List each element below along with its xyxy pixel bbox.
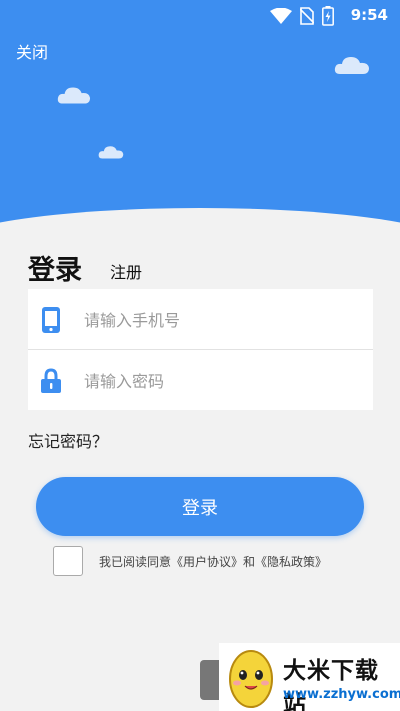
tab-login[interactable]: 登录: [28, 248, 82, 287]
watermark-logo: 大米下载站 www.zzhyw.com: [219, 643, 400, 711]
phone-field: [28, 289, 373, 349]
auth-tabs: 登录 注册: [28, 248, 142, 287]
no-sim-icon: [300, 7, 314, 25]
lock-icon: [41, 368, 61, 393]
banner-curve: [0, 208, 400, 240]
tab-register[interactable]: 注册: [110, 259, 142, 287]
battery-charging-icon: [322, 6, 334, 26]
close-button[interactable]: 关闭: [16, 39, 48, 63]
phone-icon: [42, 307, 60, 333]
cloud-icon: [98, 146, 124, 159]
login-button[interactable]: 登录: [36, 477, 364, 536]
login-form: [28, 289, 373, 410]
agreement-checkbox[interactable]: [53, 546, 83, 576]
password-input[interactable]: [84, 364, 364, 398]
agreement-text[interactable]: 我已阅读同意《用户协议》和《隐私政策》: [99, 553, 327, 570]
phone-input[interactable]: [84, 303, 364, 337]
status-bar: 9:54: [0, 0, 400, 32]
watermark-url: www.zzhyw.com: [283, 687, 400, 702]
watermark-name: 大米下载站: [283, 658, 379, 711]
egg-mascot-icon: [229, 650, 273, 708]
forgot-password-link[interactable]: 忘记密码？: [28, 428, 108, 452]
password-field: [28, 349, 373, 409]
cloud-icon: [334, 57, 369, 74]
status-time: 9:54: [350, 6, 388, 24]
header-banner: [0, 0, 400, 240]
cloud-icon: [57, 87, 91, 104]
wifi-icon: [270, 8, 292, 24]
